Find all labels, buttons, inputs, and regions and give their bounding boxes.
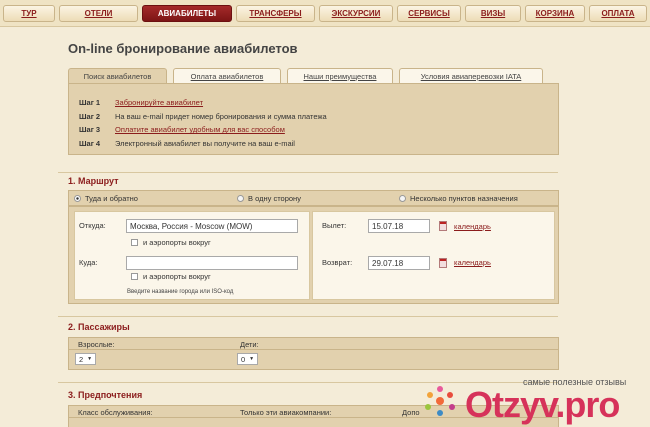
nav-item-visas[interactable]: ВИЗЫ: [465, 5, 521, 22]
from-nearby-checkbox[interactable]: и аэропорты вокруг: [131, 238, 211, 247]
return-label: Возврат:: [322, 258, 353, 267]
nav-item-excursions[interactable]: ЭКСКУРСИИ: [319, 5, 393, 22]
page-title: On-line бронирование авиабилетов: [68, 41, 298, 56]
children-label: Дети:: [240, 340, 259, 349]
checkbox-label: и аэропорты вокруг: [143, 238, 211, 247]
checkbox-box: [131, 273, 138, 280]
children-value: 0: [241, 354, 246, 364]
step-number: Шаг 2: [79, 111, 101, 121]
chevron-down-icon: ▼: [249, 356, 255, 362]
radio-label: Несколько пунктов назначения: [410, 194, 518, 203]
tab-our-advantages[interactable]: Наши преимущества: [287, 68, 393, 83]
nav-item-payment[interactable]: ОПЛАТА: [589, 5, 647, 22]
calendar-icon[interactable]: [439, 258, 447, 268]
watermark-logo: Otzyv.pro: [465, 384, 620, 425]
step-row: Шаг 4 Электронный авиабилет вы получите …: [79, 137, 558, 151]
step-link-pay[interactable]: Оплатите авиабилет удобным для вас спосо…: [115, 125, 285, 134]
checkbox-label: и аэропорты вокруг: [143, 272, 211, 281]
divider: [58, 316, 558, 317]
nav-item-cart[interactable]: КОРЗИНА: [525, 5, 585, 22]
step-text: На ваш e-mail придет номер бронирования …: [115, 111, 327, 121]
radio-label: Туда и обратно: [85, 194, 138, 203]
return-date-input[interactable]: 29.07.18: [368, 256, 430, 270]
route-section-title: 1. Маршрут: [68, 176, 119, 186]
step-row: Шаг 1 Забронируйте авиабилет: [79, 96, 558, 110]
nav-item-transfers[interactable]: ТРАНСФЕРЫ: [236, 5, 315, 22]
from-label: Откуда:: [79, 221, 106, 230]
adults-label: Взрослые:: [78, 340, 115, 349]
adults-select[interactable]: 2 ▼: [75, 353, 97, 365]
nav-item-air-tickets[interactable]: АВИАБИЛЕТЫ: [142, 5, 232, 22]
chevron-down-icon: ▼: [87, 356, 93, 362]
step-link-book[interactable]: Забронируйте авиабилет: [115, 98, 203, 107]
step-row: Шаг 2 На ваш e-mail придет номер брониро…: [79, 110, 558, 124]
depart-date-input[interactable]: 15.07.18: [368, 219, 430, 233]
preferences-section-title: 3. Предпочтения: [68, 390, 143, 400]
radio-dot-selected: [74, 195, 81, 202]
watermark-logo-icon: [425, 386, 455, 416]
step-row: Шаг 3 Оплатите авиабилет удобным для вас…: [79, 123, 558, 137]
return-calendar-link[interactable]: календарь: [454, 258, 491, 267]
radio-round-trip[interactable]: Туда и обратно: [74, 194, 138, 203]
checkbox-box: [131, 239, 138, 246]
depart-label: Вылет:: [322, 221, 347, 230]
divider: [58, 382, 558, 383]
route-dates-panel: Вылет: 15.07.18 календарь Возврат: 29.07…: [312, 211, 555, 300]
divider: [58, 172, 558, 173]
step-text: Электронный авиабилет вы получите на ваш…: [115, 138, 295, 148]
route-form: Откуда: Москва, Россия - Moscow (MOW) и …: [68, 206, 559, 304]
step-number: Шаг 1: [79, 98, 101, 108]
from-input[interactable]: Москва, Россия - Moscow (MOW): [126, 219, 298, 233]
extra-label: Допо: [402, 408, 420, 417]
passengers-row: 2 ▼ 0 ▼: [68, 350, 559, 370]
to-input[interactable]: [126, 256, 298, 270]
tab-ticket-payment[interactable]: Оплата авиабилетов: [173, 68, 281, 83]
nav-item-hotels[interactable]: ОТЕЛИ: [59, 5, 138, 22]
nav-item-services[interactable]: СЕРВИСЫ: [397, 5, 461, 22]
calendar-icon[interactable]: [439, 221, 447, 231]
step-number: Шаг 4: [79, 138, 101, 148]
radio-one-way[interactable]: В одну сторону: [237, 194, 301, 203]
steps-panel: Шаг 1 Забронируйте авиабилет Шаг 2 На ва…: [68, 83, 559, 155]
trip-type-bar: Туда и обратно В одну сторону Несколько …: [68, 190, 559, 206]
airlines-label: Только эти авиакомпании:: [240, 408, 332, 417]
to-label: Куда:: [79, 258, 98, 267]
route-cities-panel: Откуда: Москва, Россия - Moscow (MOW) и …: [74, 211, 310, 300]
adults-value: 2: [79, 354, 84, 364]
city-input-hint: Введите название города или ISO-код: [127, 289, 234, 295]
nav-item-tour[interactable]: ТУР: [3, 5, 55, 22]
depart-calendar-link[interactable]: календарь: [454, 222, 491, 231]
step-number: Шаг 3: [79, 125, 101, 135]
radio-dot: [399, 195, 406, 202]
class-label: Класс обслуживания:: [78, 408, 153, 417]
radio-multi-city[interactable]: Несколько пунктов назначения: [399, 194, 518, 203]
radio-dot: [237, 195, 244, 202]
passengers-header: Взрослые: Дети:: [68, 337, 559, 350]
tab-search-tickets[interactable]: Поиск авиабилетов: [68, 68, 167, 84]
radio-label: В одну сторону: [248, 194, 301, 203]
top-nav: ТУР ОТЕЛИ АВИАБИЛЕТЫ ТРАНСФЕРЫ ЭКСКУРСИИ…: [0, 0, 650, 27]
to-nearby-checkbox[interactable]: и аэропорты вокруг: [131, 272, 211, 281]
passengers-section-title: 2. Пассажиры: [68, 322, 130, 332]
tab-iata-conditions[interactable]: Условия авиаперевозки IATA: [399, 68, 543, 83]
children-select[interactable]: 0 ▼: [237, 353, 259, 365]
